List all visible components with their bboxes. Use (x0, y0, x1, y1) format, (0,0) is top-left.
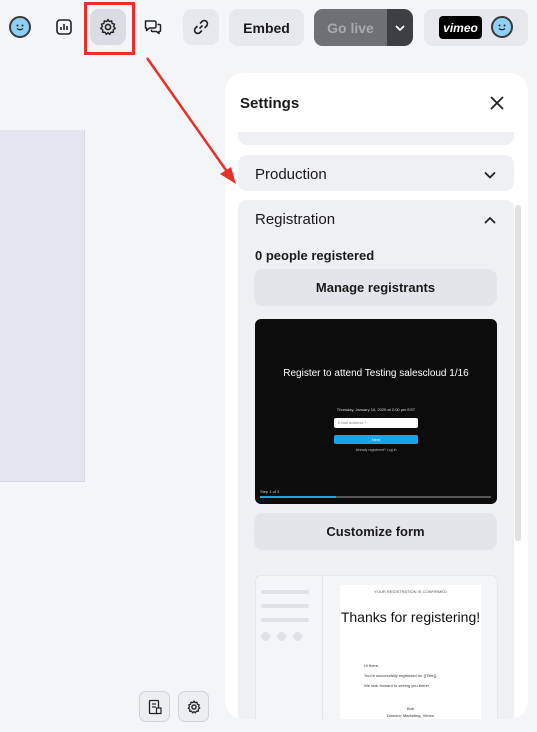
form-preview-date: Thursday, January 16, 2025 at 2:00 pm ES… (336, 407, 416, 412)
confirmation-sign-title: Director, Marketing, Vimeo (386, 713, 435, 718)
event-stage-preview (0, 130, 85, 482)
placeholder-line (261, 618, 309, 622)
placeholder-dot (293, 632, 302, 641)
chevron-up-icon[interactable] (483, 213, 497, 227)
customize-form-button[interactable]: Customize form (254, 513, 497, 550)
placeholder-dot (261, 632, 270, 641)
confirmation-preview[interactable]: YOUR REGISTRATION IS CONFIRMED Thanks fo… (255, 575, 498, 719)
confirmation-heading: Thanks for registering! (340, 609, 481, 625)
avatar-button[interactable] (2, 9, 38, 45)
registration-form-preview[interactable]: Register to attend Testing salescloud 1/… (255, 319, 497, 504)
preview-divider (322, 576, 323, 719)
form-preview-email-field: Email address * (334, 418, 418, 428)
form-preview-progress (260, 496, 491, 498)
close-button[interactable] (487, 93, 507, 113)
settings-panel: Settings Production Registration 0 peopl… (225, 73, 528, 719)
form-preview-submit: Next (334, 435, 418, 444)
placeholder-line (261, 604, 309, 608)
chat-button[interactable] (135, 9, 171, 45)
link-icon (193, 19, 209, 35)
golive-button[interactable]: Go live (314, 9, 387, 46)
section-label[interactable]: Registration (255, 211, 335, 228)
user-avatar-icon (491, 16, 513, 38)
registered-count: 0 people registered (255, 248, 375, 263)
golive-split-button[interactable]: Go live (314, 9, 413, 46)
manage-registrants-button[interactable]: Manage registrants (254, 269, 497, 306)
stage-settings-button[interactable] (178, 691, 209, 722)
section-registration: Registration 0 people registered Manage … (238, 200, 514, 719)
close-icon (490, 96, 504, 110)
avatar-icon (9, 16, 31, 38)
confirmation-line-1: You're successfully registered for {{Tit… (364, 673, 438, 678)
chevron-down-icon (395, 25, 405, 31)
golive-dropdown-button[interactable] (387, 9, 413, 46)
confirmation-email-card: YOUR REGISTRATION IS CONFIRMED Thanks fo… (340, 585, 481, 719)
section-production[interactable]: Production (238, 155, 514, 191)
annotation-highlight-box (84, 2, 135, 55)
vimeo-logo: vimeo (439, 16, 482, 39)
confirmation-greeting: Hi there, (364, 663, 380, 668)
section-label: Production (255, 166, 327, 183)
collapsed-section-stub (238, 132, 514, 145)
gear-icon (187, 699, 200, 714)
placeholder-dot (277, 632, 286, 641)
embed-button[interactable]: Embed (229, 9, 304, 46)
chevron-down-icon (484, 172, 496, 179)
link-button[interactable] (183, 9, 219, 45)
confirmation-sign-name: Bob (406, 706, 415, 711)
chat-bubbles-icon (144, 20, 162, 35)
analytics-button[interactable] (46, 9, 82, 45)
account-menu[interactable]: vimeo (424, 9, 528, 46)
placeholder-line (261, 590, 309, 594)
panel-title: Settings (240, 95, 300, 112)
form-preview-title: Register to attend Testing salescloud 1/… (283, 368, 469, 379)
document-list-icon (148, 699, 162, 714)
form-preview-progress-fill (260, 496, 337, 498)
form-preview-note: Already registered? Log in (355, 448, 397, 452)
confirmation-kicker: YOUR REGISTRATION IS CONFIRMED (374, 589, 447, 594)
confirmation-line-2: We look forward to seeing you there! (364, 683, 430, 688)
analytics-icon (56, 19, 72, 35)
panel-scrollbar[interactable] (515, 205, 521, 541)
form-preview-step: Step 1 of 3 (260, 489, 280, 494)
notes-button[interactable] (139, 691, 170, 722)
